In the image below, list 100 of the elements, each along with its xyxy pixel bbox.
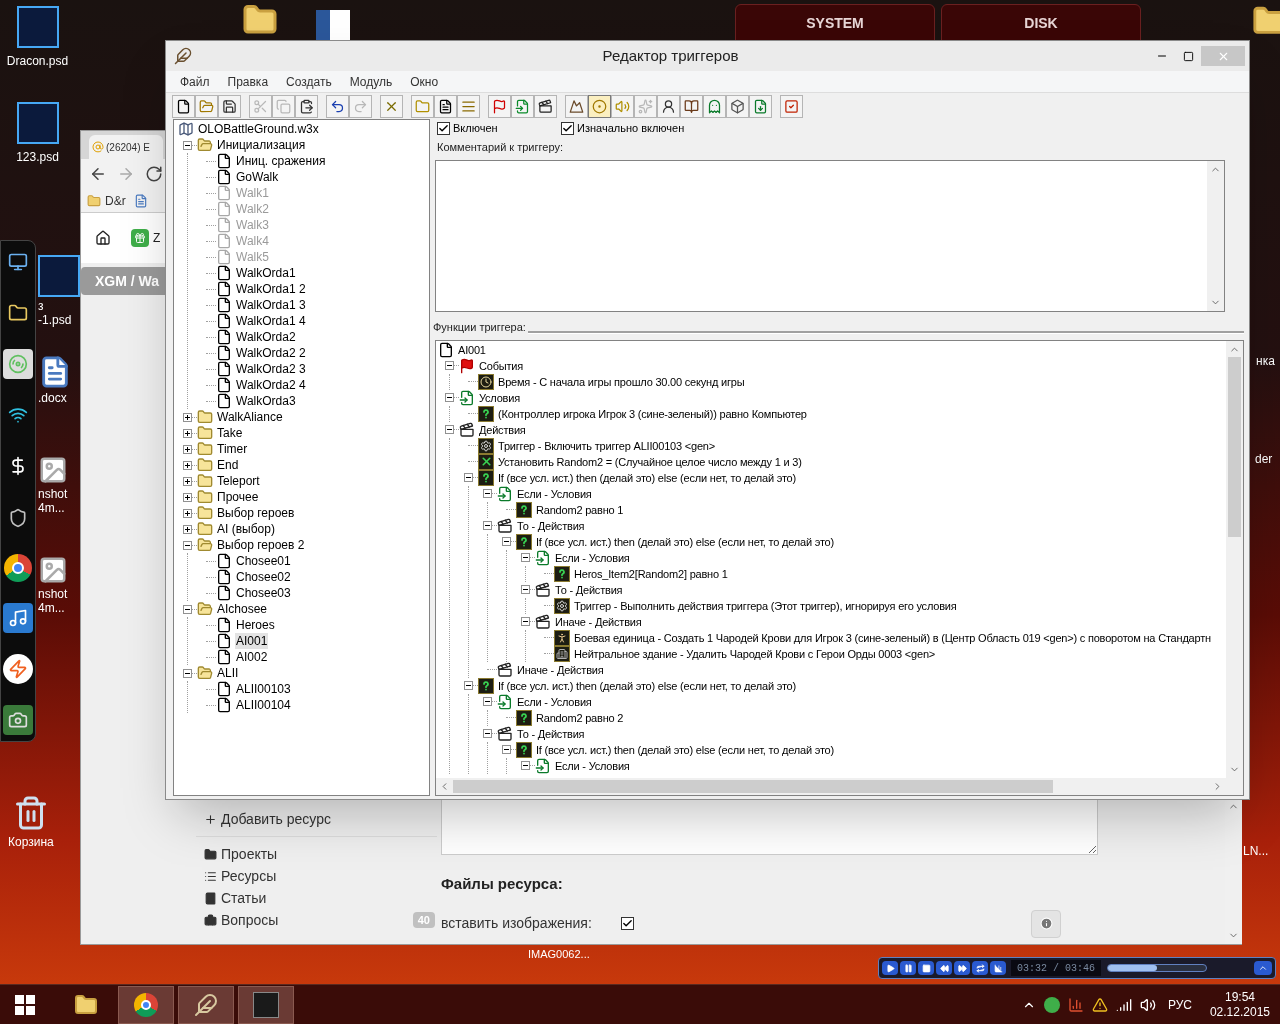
tree-item[interactable]: Нейтральное здание - Удалить Чародей Крови с Герои Орды 0003 <gen>: [573, 645, 937, 662]
tree-item[interactable]: AI (выбор): [216, 521, 276, 537]
tree-item[interactable]: Если - Условия: [554, 549, 631, 566]
clock[interactable]: 19:54 02.12.2015: [1209, 989, 1270, 1020]
expand-toggle[interactable]: [445, 425, 454, 434]
desktop-icon-label[interactable]: з -1.psd: [38, 299, 72, 327]
toolbar-button[interactable]: [657, 94, 680, 118]
player-button[interactable]: [990, 961, 1006, 975]
toolbar-button[interactable]: [218, 94, 241, 118]
expand-toggle[interactable]: [521, 585, 530, 594]
tree-item[interactable]: Триггер - Выполнить действия триггера (Этот триггер), игнорируя его условия: [573, 597, 958, 614]
tree-item[interactable]: WalkOrda3: [235, 393, 297, 409]
expand-toggle[interactable]: [521, 617, 530, 626]
comment-field[interactable]: [435, 159, 1225, 312]
tree-item[interactable]: If (все усл. ист.) then (делай это) else (если нет, то делай это): [535, 533, 835, 550]
tree-item[interactable]: Random2 равно 2: [535, 709, 625, 726]
expand-toggle[interactable]: [183, 540, 192, 550]
sidebar-link[interactable]: Статьи: [221, 887, 267, 909]
sidebar-link[interactable]: Добавить ресурс: [221, 808, 331, 830]
tree-item[interactable]: WalkOrda2 4: [235, 377, 307, 393]
tree-item[interactable]: AI001: [457, 341, 487, 358]
desktop-icon-label[interactable]: IMAG0062...: [528, 946, 590, 963]
toolbar-button[interactable]: [295, 94, 318, 118]
home-icon[interactable]: [95, 230, 111, 246]
player-button[interactable]: [972, 961, 988, 975]
tree-item[interactable]: Chosee01: [235, 553, 292, 569]
tree-item[interactable]: WalkAliance: [216, 409, 284, 425]
tree-item[interactable]: Если - Условия: [516, 693, 593, 710]
tree-item[interactable]: Условия: [478, 389, 521, 406]
desktop-icon-label[interactable]: nshot 4m...: [38, 487, 68, 515]
bar-chart-icon[interactable]: [1067, 996, 1084, 1013]
tree-item[interactable]: ALII00103: [235, 681, 292, 697]
expand-toggle[interactable]: [183, 668, 192, 678]
tree-item[interactable]: Прочее: [216, 489, 260, 505]
player-button[interactable]: [882, 961, 898, 975]
toolbar-button[interactable]: [172, 94, 195, 118]
music-note-icon[interactable]: [3, 602, 33, 633]
menu-item[interactable]: Правка: [227, 72, 269, 91]
sidebar-link[interactable]: Вопросы: [221, 909, 279, 931]
toolbar-button[interactable]: [680, 94, 703, 118]
expand-toggle[interactable]: [445, 361, 454, 370]
expand-toggle[interactable]: [521, 553, 530, 562]
document-icon[interactable]: [133, 193, 148, 208]
taskbar-app-button[interactable]: [178, 985, 234, 1024]
menu-item[interactable]: Файл: [180, 72, 210, 91]
lightning-icon[interactable]: [3, 653, 33, 684]
tree-item[interactable]: Иначе - Действия: [554, 613, 643, 630]
gift-icon[interactable]: [131, 229, 149, 247]
tree-item[interactable]: WalkOrda2 2: [235, 345, 307, 361]
tree-item[interactable]: Установить Random2 = (Случайное целое число между 1 и 3): [497, 453, 803, 470]
tree-item[interactable]: Random2 равно 1: [535, 501, 625, 518]
expand-toggle[interactable]: [464, 473, 473, 482]
expand-toggle[interactable]: [183, 428, 192, 438]
player-button[interactable]: [954, 961, 970, 975]
tree-item[interactable]: Heroes: [235, 617, 276, 633]
tree-item[interactable]: Иниц. сражения: [235, 153, 327, 169]
expand-toggle[interactable]: [464, 681, 473, 690]
tree-item[interactable]: WalkOrda1 3: [235, 297, 307, 313]
tree-item[interactable]: Боевая единица - Создать 1 Чародей Крови для Игрок 3 (сине-зеленый) в (Центр Область 019 <gen>) с поворотом на Стандартн: [573, 629, 1212, 646]
toolbar-button[interactable]: [534, 94, 557, 118]
info-button[interactable]: [1031, 909, 1061, 938]
tree-item[interactable]: Если - Условия: [516, 485, 593, 502]
expand-toggle[interactable]: [502, 537, 511, 546]
expand-toggle[interactable]: [183, 476, 192, 486]
desktop-icon-label[interactable]: Корзина: [8, 833, 54, 851]
back-icon[interactable]: [89, 165, 107, 183]
expand-toggle[interactable]: [483, 697, 492, 706]
toolbar-button[interactable]: [726, 94, 749, 118]
tree-item[interactable]: Действия: [478, 421, 527, 438]
tree-item[interactable]: Teleport: [216, 473, 261, 489]
browser-tab[interactable]: (26204) E: [89, 135, 163, 159]
tree-item[interactable]: End: [216, 457, 240, 473]
tree-item[interactable]: То - Действия: [516, 725, 586, 742]
checkbox[interactable]: [561, 121, 574, 135]
tree-item[interactable]: AIchosee: [216, 601, 269, 617]
tree-item[interactable]: ALII: [216, 665, 240, 681]
tree-item[interactable]: AI001: [235, 633, 269, 649]
desktop-icon-label[interactable]: LN...: [1243, 842, 1269, 860]
warning-icon[interactable]: [1091, 996, 1108, 1013]
checkbox[interactable]: [621, 917, 634, 930]
menu-item[interactable]: Модуль: [349, 72, 393, 91]
tree-item[interactable]: Chosee03: [235, 585, 292, 601]
tree-item[interactable]: AI002: [235, 649, 269, 665]
tree-item[interactable]: GoWalk: [235, 169, 280, 185]
tree-item[interactable]: Timer: [216, 441, 249, 457]
desktop-icon-label[interactable]: нка: [1256, 352, 1275, 370]
tree-item[interactable]: If (все усл. ист.) then (делай это) else (если нет, то делай это): [497, 677, 797, 694]
tree-item[interactable]: WalkOrda2 3: [235, 361, 307, 377]
expand-toggle[interactable]: [183, 604, 192, 614]
toolbar-button[interactable]: [326, 94, 349, 118]
expand-toggle[interactable]: [183, 412, 192, 422]
sidebar-link[interactable]: Проекты: [221, 843, 278, 865]
reload-icon[interactable]: [145, 165, 163, 183]
tree-item[interactable]: Chosee02: [235, 569, 292, 585]
tree-item[interactable]: ALII00104: [235, 697, 292, 713]
menu-item[interactable]: Создать: [286, 72, 332, 91]
desktop-icon-label[interactable]: der: [1255, 450, 1273, 468]
language-indicator[interactable]: РУС: [1167, 995, 1192, 1014]
tree-item[interactable]: WalkOrda1 2: [235, 281, 307, 297]
eject-button[interactable]: [1254, 961, 1272, 975]
